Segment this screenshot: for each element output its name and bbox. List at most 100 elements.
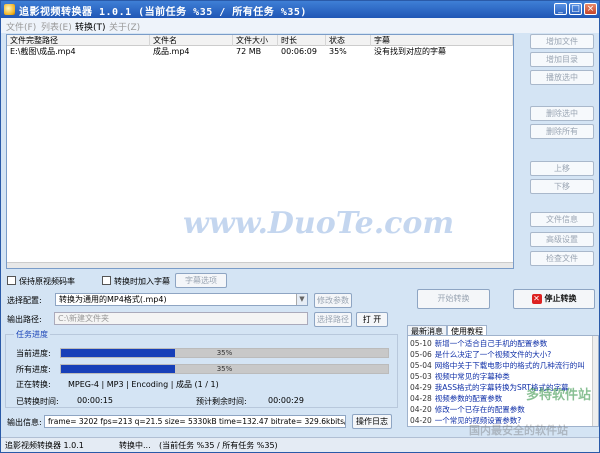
current-progress-bar: 35%	[60, 348, 389, 358]
current-progress-text: 35%	[216, 349, 233, 357]
news-date: 04-20	[410, 405, 432, 414]
log-output-field[interactable]: frame= 3202 fps=213 q=21.5 size= 5330kB …	[44, 415, 346, 428]
menu-bar: 文件(F) 列表(E) 转换(T) 关于(Z)	[1, 18, 599, 33]
choose-path-button[interactable]: 选择路径	[314, 312, 352, 327]
news-title[interactable]: 网络中关于下载电影中的格式的几种流行的叫	[435, 361, 585, 370]
news-item[interactable]: 04-20 修改一个已存在的配置参数	[410, 405, 525, 414]
status-detail: (当前任务 %35 / 所有任务 %35)	[159, 441, 278, 450]
stop-icon: ✕	[531, 293, 542, 304]
news-item[interactable]: 05-03 视频中常见的字幕种类	[410, 372, 510, 381]
col-header-subtitle[interactable]: 字幕	[371, 35, 513, 46]
file-info-button[interactable]: 文件信息	[530, 212, 594, 227]
col-header-size[interactable]: 文件大小	[233, 35, 278, 46]
news-item[interactable]: 04-29 我ASS格式的字幕转换为SRT格式的字幕	[410, 383, 568, 392]
news-date: 05-04	[410, 361, 432, 370]
task-progress-legend: 任务进度	[14, 329, 50, 340]
elapsed-value: 00:00:15	[77, 396, 113, 405]
minimize-button[interactable]: _	[554, 3, 567, 15]
current-progress-label: 当前进度:	[16, 349, 51, 358]
stop-convert-label: 停止转换	[544, 294, 577, 303]
news-title[interactable]: 新增一个适合自己手机的配置参数	[435, 339, 548, 348]
maximize-button[interactable]: □	[569, 3, 582, 15]
output-path-label: 输出路径:	[7, 315, 42, 324]
modify-params-button[interactable]: 修改参数	[314, 293, 352, 308]
remaining-value: 00:00:29	[268, 396, 304, 405]
cell-status: 35%	[329, 47, 347, 56]
news-title[interactable]: 视频参数的配置参数	[435, 394, 503, 403]
news-date: 05-06	[410, 350, 432, 359]
status-state: 转换中...	[119, 441, 151, 450]
table-horizontal-scrollbar[interactable]	[7, 262, 513, 268]
add-folder-button[interactable]: 增加目录	[530, 52, 594, 67]
news-title[interactable]: 一个常见的视频设置参数?	[435, 416, 521, 425]
add-file-button[interactable]: 增加文件	[530, 34, 594, 49]
file-table[interactable]: 文件完整路径 文件名 文件大小 时长 状态 字幕 E:\截图\成品.mp4 成品…	[6, 34, 514, 269]
subtitle-options-button[interactable]: 字幕选项	[175, 273, 227, 288]
config-select[interactable]: 转换为通用的MP4格式(.mp4) ▼	[55, 293, 308, 306]
remaining-label: 预计剩余时间:	[196, 397, 247, 406]
cell-subtitle: 没有找到对应的字幕	[374, 47, 446, 56]
log-label: 输出信息:	[7, 418, 42, 427]
app-icon	[4, 4, 15, 15]
news-item[interactable]: 05-04 网络中关于下载电影中的格式的几种流行的叫	[410, 361, 585, 370]
menu-convert[interactable]: 转换(T)	[75, 20, 106, 33]
news-title[interactable]: 修改一个已存在的配置参数	[435, 405, 525, 414]
news-date: 05-03	[410, 372, 432, 381]
add-subtitle-checkbox[interactable]	[102, 276, 111, 285]
play-selected-button[interactable]: 播放选中	[530, 70, 594, 85]
operation-log-button[interactable]: 操作日志	[352, 414, 392, 429]
config-select-value: 转换为通用的MP4格式(.mp4)	[59, 295, 167, 304]
keep-bitrate-checkbox[interactable]	[7, 276, 16, 285]
table-header: 文件完整路径 文件名 文件大小 时长 状态 字幕	[7, 35, 513, 46]
converting-value: MPEG-4 | MP3 | Encoding | 成品 (1 / 1)	[68, 380, 219, 389]
check-file-button[interactable]: 检查文件	[530, 251, 594, 266]
advanced-settings-button[interactable]: 高级设置	[530, 232, 594, 247]
all-progress-label: 所有进度:	[16, 365, 51, 374]
menu-list[interactable]: 列表(E)	[41, 20, 72, 33]
news-item[interactable]: 05-06 是什么决定了一个视频文件的大小?	[410, 350, 551, 359]
start-convert-button[interactable]: 开始转换	[417, 289, 490, 309]
output-path-input[interactable]: C:\新建文件夹	[54, 312, 308, 325]
add-subtitle-label: 转换时加入字幕	[114, 277, 170, 286]
open-folder-button[interactable]: 打 开	[356, 312, 388, 327]
cell-name: 成品.mp4	[153, 47, 190, 56]
status-bar: 追影视频转换器 1.0.1 转换中... (当前任务 %35 / 所有任务 %3…	[1, 437, 599, 452]
news-item[interactable]: 05-10 新增一个适合自己手机的配置参数	[410, 339, 547, 348]
col-header-status[interactable]: 状态	[326, 35, 371, 46]
config-label: 选择配置:	[7, 296, 42, 305]
move-up-button[interactable]: 上移	[530, 161, 594, 176]
cell-path: E:\截图\成品.mp4	[10, 47, 76, 56]
cell-size: 72 MB	[236, 47, 262, 56]
chevron-down-icon: ▼	[296, 294, 307, 305]
news-date: 05-10	[410, 339, 432, 348]
elapsed-label: 已转换时间:	[16, 397, 59, 406]
table-row[interactable]: E:\截图\成品.mp4 成品.mp4 72 MB 00:06:09 35% 没…	[7, 47, 513, 57]
news-date: 04-28	[410, 394, 432, 403]
news-item[interactable]: 04-28 视频参数的配置参数	[410, 394, 502, 403]
col-header-duration[interactable]: 时长	[278, 35, 326, 46]
news-date: 04-20	[410, 416, 432, 425]
cell-duration: 00:06:09	[281, 47, 317, 56]
task-progress-group: 任务进度 当前进度: 35% 所有进度: 35% 正在转换: MPEG-4 | …	[5, 329, 398, 408]
col-header-name[interactable]: 文件名	[150, 35, 233, 46]
news-scrollbar[interactable]	[592, 336, 598, 426]
stop-convert-button[interactable]: ✕ 停止转换	[513, 289, 595, 309]
menu-about[interactable]: 关于(Z)	[109, 20, 140, 33]
delete-selected-button[interactable]: 删除选中	[530, 106, 594, 121]
news-title[interactable]: 视频中常见的字幕种类	[435, 372, 510, 381]
menu-file[interactable]: 文件(F)	[6, 20, 36, 33]
converting-label: 正在转换:	[16, 380, 51, 389]
close-button[interactable]: ×	[584, 3, 597, 15]
news-title[interactable]: 是什么决定了一个视频文件的大小?	[435, 350, 551, 359]
window-title: 追影视频转换器 1.0.1 (当前任务 %35 / 所有任务 %35)	[19, 7, 307, 18]
all-progress-text: 35%	[216, 365, 233, 373]
delete-all-button[interactable]: 删除所有	[530, 124, 594, 139]
news-panel: 05-10 新增一个适合自己手机的配置参数 05-06 是什么决定了一个视频文件的大…	[407, 335, 599, 427]
col-header-path[interactable]: 文件完整路径	[7, 35, 150, 46]
all-progress-bar: 35%	[60, 364, 389, 374]
title-bar: 追影视频转换器 1.0.1 (当前任务 %35 / 所有任务 %35) _ □ …	[1, 1, 599, 18]
news-title[interactable]: 我ASS格式的字幕转换为SRT格式的字幕	[435, 383, 569, 392]
news-date: 04-29	[410, 383, 432, 392]
move-down-button[interactable]: 下移	[530, 179, 594, 194]
news-item[interactable]: 04-20 一个常见的视频设置参数?	[410, 416, 521, 425]
